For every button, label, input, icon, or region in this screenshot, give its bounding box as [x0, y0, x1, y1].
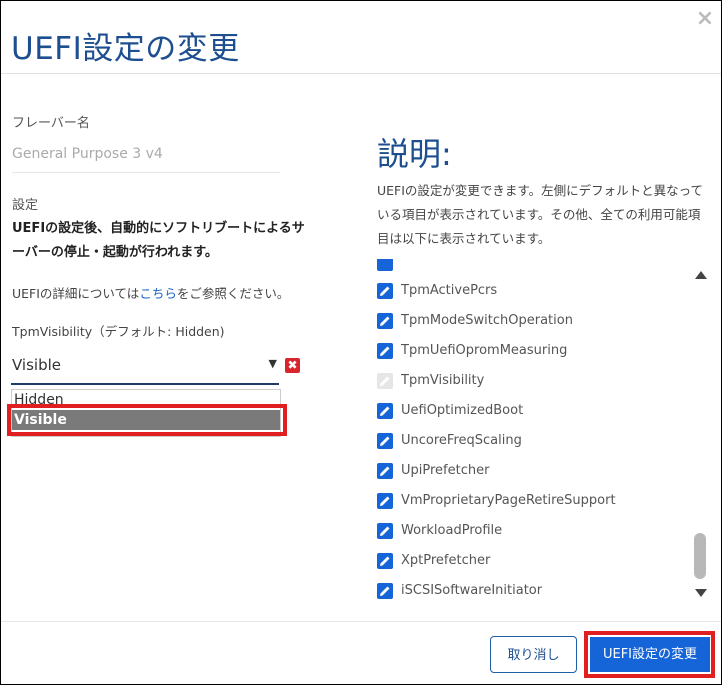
edit-icon	[377, 433, 393, 449]
scroll-thumb[interactable]	[694, 533, 706, 579]
uefi-detail-text: UEFIの詳細についてはこちらをご参照ください。	[12, 283, 289, 302]
scroll-up-icon[interactable]	[695, 271, 707, 279]
parameter-label: TpmVisibility（デフォルト: Hidden)	[12, 324, 225, 339]
list-item-label: iSCSISoftwareInitiator	[401, 583, 543, 598]
select-value: Visible	[12, 356, 61, 374]
footer-divider	[1, 621, 721, 622]
header-divider	[1, 73, 721, 74]
list-item-label: TpmModeSwitchOperation	[401, 313, 573, 328]
chevron-down-icon: ▼	[268, 357, 277, 370]
flavor-label: フレーバー名	[12, 116, 90, 131]
edit-icon	[377, 403, 393, 419]
edit-icon	[377, 259, 393, 271]
list-item-label: UncoreFreqScaling	[401, 433, 522, 448]
tpm-visibility-select[interactable]: Visible ▼	[11, 351, 279, 385]
edit-icon	[377, 283, 393, 299]
edit-icon	[377, 313, 393, 329]
list-item-label: TpmActivePcrs	[401, 283, 498, 298]
detail-suffix: をご参照ください。	[176, 286, 290, 301]
flavor-divider	[12, 172, 280, 173]
edit-icon	[377, 343, 393, 359]
uefi-item-list: TpmActivePcrs TpmModeSwitchOperation TpmUe…	[371, 259, 691, 601]
settings-label: 設定	[12, 198, 39, 213]
list-item-label: TpmUefiOpromMeasuring	[401, 343, 568, 358]
reboot-warning: UEFIの設定後、自動的にソフトリブートによるサーバーの停止・起動が行われます。	[12, 221, 305, 260]
edit-icon	[377, 493, 393, 509]
list-item-label: XptPrefetcher	[401, 553, 491, 568]
edit-icon	[377, 523, 393, 539]
detail-link[interactable]: こちら	[139, 286, 177, 301]
close-icon[interactable]: ×	[695, 8, 715, 30]
description-title: 説明:	[377, 135, 452, 173]
cancel-button[interactable]: 取り消し	[490, 636, 577, 673]
list-item-label: UefiOptimizedBoot	[401, 403, 524, 418]
edit-icon	[377, 583, 393, 599]
detail-prefix: UEFIの詳細については	[12, 286, 140, 301]
list-scrollbar[interactable]	[691, 269, 709, 601]
edit-icon	[377, 553, 393, 569]
uefi-settings-dialog: × UEFI設定の変更 フレーバー名 General Purpose 3 v4 …	[0, 0, 722, 685]
flavor-value: General Purpose 3 v4	[12, 146, 163, 162]
list-item-label: TpmVisibility	[401, 373, 485, 388]
edit-icon	[377, 373, 393, 389]
list-item-label: VmProprietaryPageRetireSupport	[401, 493, 616, 508]
highlight-box-option	[7, 404, 287, 436]
highlight-box-submit	[584, 631, 715, 678]
scroll-down-icon[interactable]	[695, 589, 707, 597]
dialog-title: UEFI設定の変更	[11, 31, 240, 67]
description-text: UEFIの設定が変更できます。左側にデフォルトと異なっている項目が表示されていま…	[377, 183, 704, 246]
edit-icon	[377, 463, 393, 479]
clear-icon[interactable]: ✖	[285, 358, 300, 373]
list-item-label: WorkloadProfile	[401, 523, 503, 538]
list-item-label: UpiPrefetcher	[401, 463, 490, 478]
